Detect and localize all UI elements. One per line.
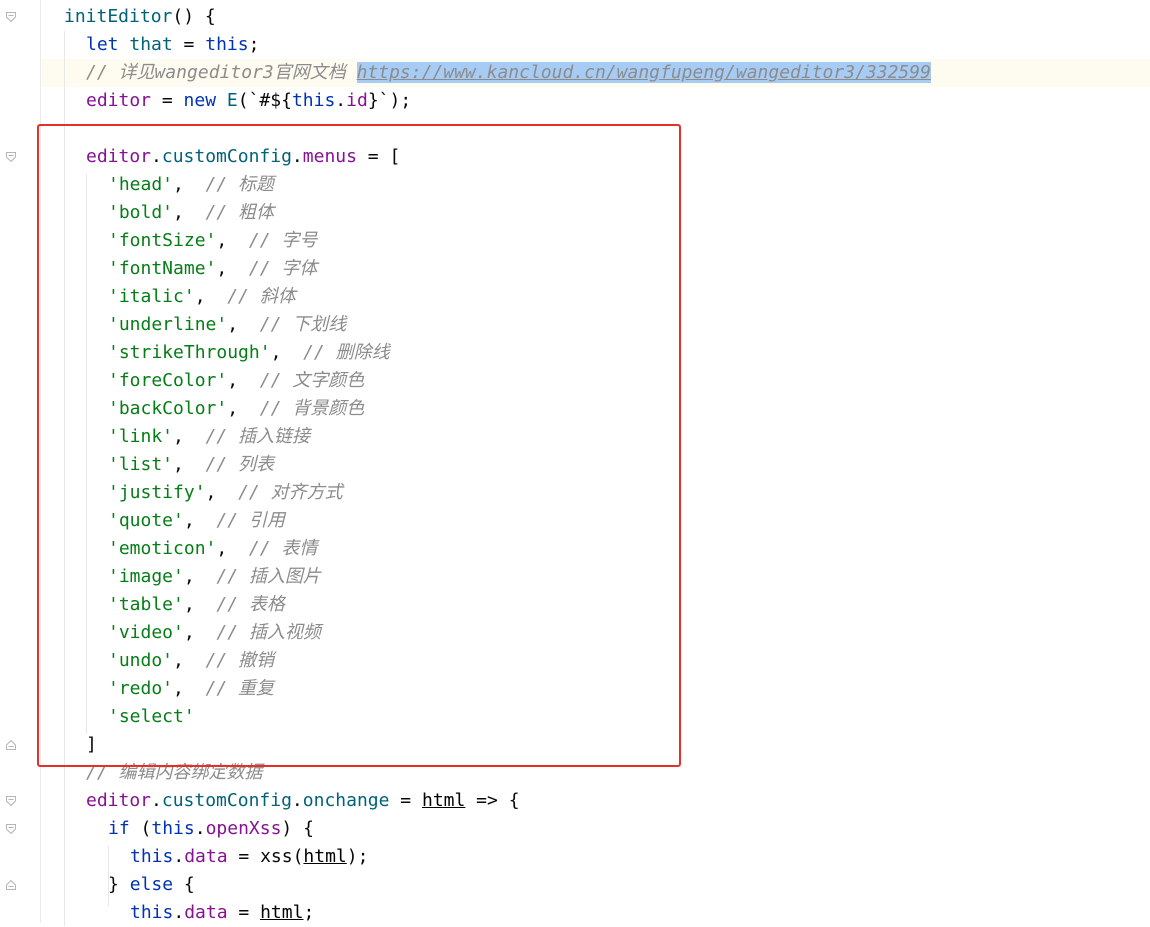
code-token: onchange — [302, 790, 390, 811]
code-token: . — [151, 790, 162, 811]
code-token: html — [421, 790, 466, 811]
code-token: // 详见wangeditor3官网文档 — [86, 62, 357, 83]
code-token: . — [291, 790, 303, 811]
fold-close-icon[interactable] — [5, 879, 17, 891]
code-token: . — [194, 818, 206, 839]
fold-open-icon[interactable] — [5, 795, 17, 807]
annotation-red-box — [37, 124, 681, 767]
code-token: this — [151, 818, 195, 839]
code-token: ; — [303, 902, 315, 923]
code-line[interactable]: editor = new E(`#${this.id}`); — [86, 87, 411, 115]
code-token: . — [335, 90, 347, 111]
code-token: editor — [86, 790, 152, 811]
code-token: ); — [346, 846, 369, 867]
fold-open-icon[interactable] — [5, 11, 17, 23]
code-token: customConfig — [161, 790, 292, 811]
editor-gutter[interactable] — [0, 0, 40, 923]
code-token: this — [130, 902, 174, 923]
code-token: (`#${ — [237, 90, 292, 111]
code-line[interactable]: this.data = xss(html); — [130, 843, 368, 871]
code-token: editor — [86, 90, 152, 111]
code-token: } — [108, 874, 130, 895]
code-token: E — [226, 90, 238, 111]
code-token: = — [227, 902, 261, 923]
code-token: . — [173, 902, 185, 923]
code-token: ( — [140, 818, 152, 839]
code-token: if — [108, 818, 141, 839]
code-token: => { — [465, 790, 520, 811]
code-token: . — [173, 846, 185, 867]
code-line[interactable]: let that = this; — [86, 31, 259, 59]
code-token: let — [86, 34, 130, 55]
code-token: openXss — [205, 818, 282, 839]
code-token: }`); — [367, 90, 412, 111]
code-token: { — [183, 874, 195, 895]
code-line[interactable]: editor.customConfig.onchange = html => { — [86, 787, 520, 815]
fold-close-icon[interactable] — [5, 739, 17, 751]
code-token: data — [184, 846, 228, 867]
code-token: https://www.kancloud.cn/wangfupeng/wange… — [356, 62, 931, 83]
code-line[interactable]: initEditor() { — [64, 3, 216, 31]
code-token: () { — [172, 6, 216, 27]
fold-open-icon[interactable] — [5, 823, 17, 835]
code-token: else — [129, 874, 184, 895]
code-token: html — [303, 846, 347, 867]
code-token: html — [260, 902, 304, 923]
code-token: new — [183, 90, 227, 111]
code-token: this — [291, 90, 336, 111]
code-line[interactable]: // 详见wangeditor3官网文档 https://www.kanclou… — [86, 59, 931, 87]
code-line[interactable]: if (this.openXss) { — [108, 815, 314, 843]
code-line[interactable]: } else { — [108, 871, 195, 899]
code-token: ) { — [281, 818, 314, 839]
code-token: that — [129, 34, 173, 55]
fold-open-icon[interactable] — [5, 151, 17, 163]
code-token: this — [130, 846, 174, 867]
code-token: data — [184, 902, 228, 923]
code-token: id — [346, 90, 368, 111]
indent-guide — [108, 846, 109, 906]
code-token: initEditor — [64, 6, 173, 27]
code-token: ; — [248, 34, 260, 55]
code-token: = — [389, 790, 422, 811]
code-token: = — [151, 90, 184, 111]
code-token: = xss( — [227, 846, 304, 867]
code-token: this — [205, 34, 249, 55]
code-token: = — [172, 34, 206, 55]
